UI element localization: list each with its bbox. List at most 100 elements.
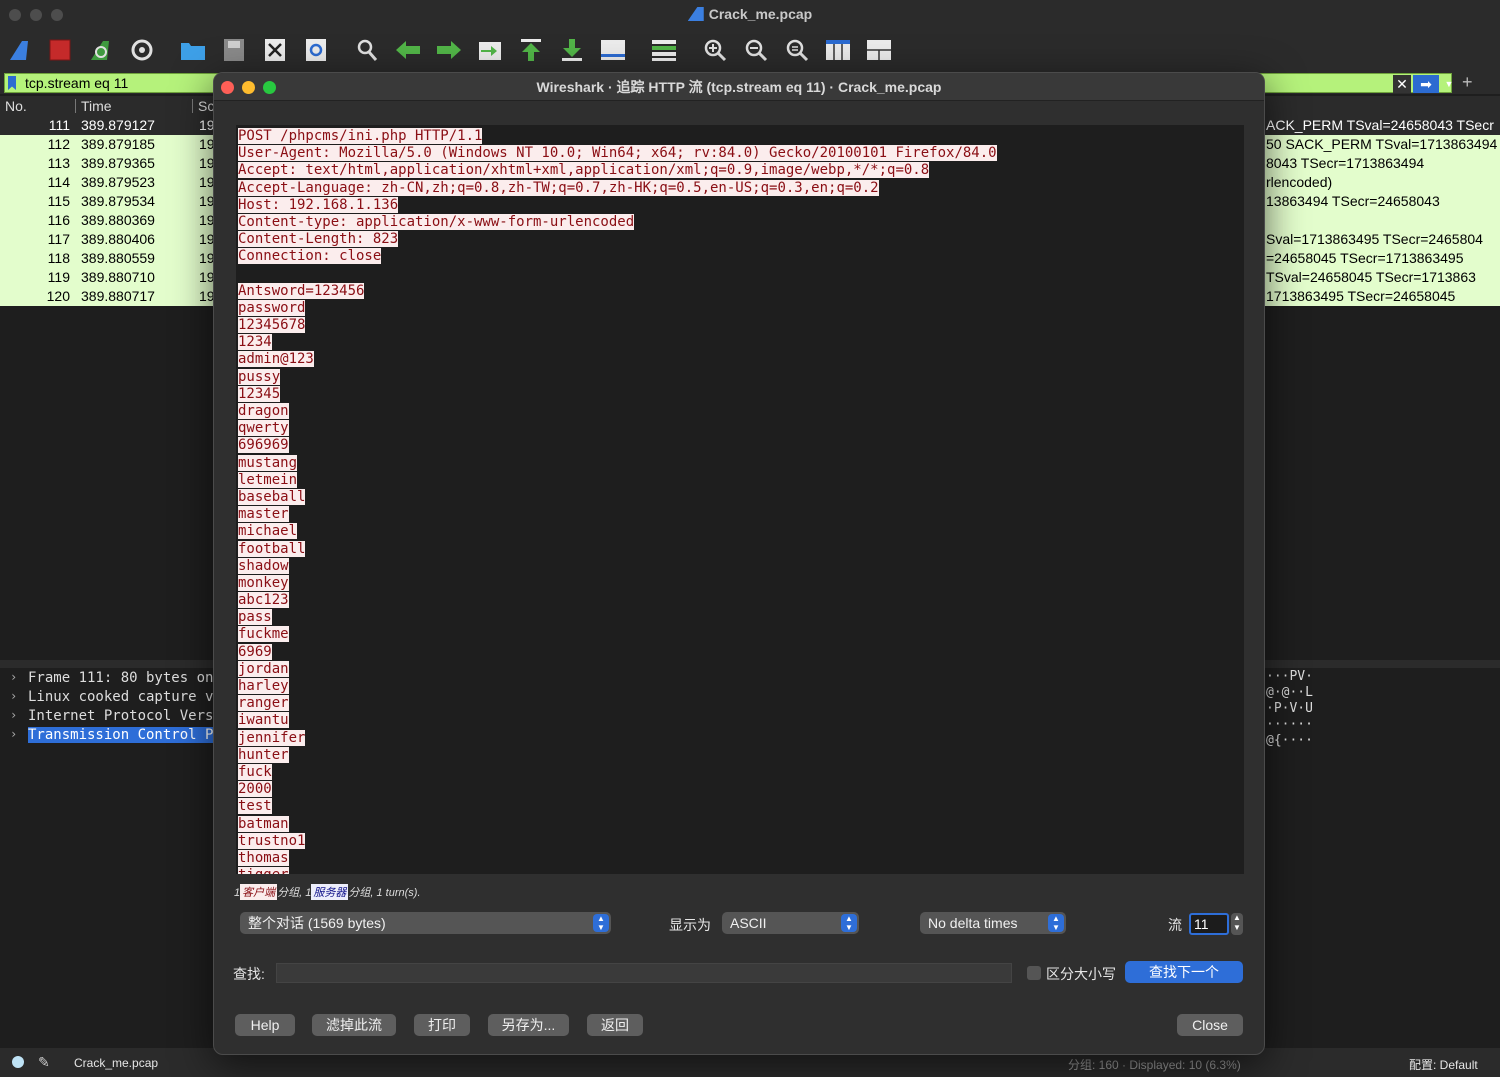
shark-fin-start-icon[interactable]: [6, 36, 34, 64]
stream-line: ranger: [238, 695, 289, 712]
stream-line: admin@123: [238, 351, 314, 368]
zoom-out-icon[interactable]: [742, 36, 770, 64]
find-input[interactable]: [276, 963, 1012, 983]
stream-line: jennifer: [238, 729, 306, 746]
stream-line: baseball: [238, 488, 306, 505]
chevron-right-icon: ›: [10, 727, 18, 741]
stream-line: test: [238, 798, 272, 815]
bytes-ascii-line: ·P·V·U: [1266, 701, 1313, 716]
stream-line: fuck: [238, 763, 272, 780]
save-file-icon[interactable]: [220, 36, 248, 64]
zoom-normal-icon[interactable]: [783, 36, 811, 64]
stream-number-input[interactable]: 11: [1189, 913, 1229, 935]
stream-content-view[interactable]: POST /phpcms/ini.php HTTP/1.1 User-Agent:…: [236, 125, 1244, 874]
go-forward-icon[interactable]: [435, 36, 463, 64]
stream-line: shadow: [238, 557, 289, 574]
stream-line: thomas: [238, 849, 289, 866]
stream-stepper-icon[interactable]: ▲ ▼: [1231, 913, 1243, 935]
filter-history-chevron-icon[interactable]: ▼: [1442, 75, 1456, 93]
stream-line: 12345678: [238, 317, 306, 334]
stream-line: football: [238, 540, 306, 557]
find-label: 查找:: [233, 966, 265, 982]
apply-filter-icon[interactable]: ➡: [1413, 75, 1439, 93]
display-filter-value: tcp.stream eq 11: [25, 75, 129, 91]
find-packet-icon[interactable]: [353, 36, 381, 64]
stream-line: dragon: [238, 403, 289, 419]
wireshark-fin-icon: [687, 7, 704, 21]
stop-capture-icon[interactable]: [46, 36, 74, 64]
column-header-source[interactable]: Sc: [198, 98, 214, 114]
stream-line: hunter: [238, 746, 289, 763]
delta-times-select[interactable]: No delta times ▲ ▼: [920, 912, 1066, 934]
stream-line: User-Agent: Mozilla/5.0 (Windows NT 10.0…: [238, 145, 997, 162]
follow-stream-dialog: Wireshark · 追踪 HTTP 流 (tcp.stream eq 11)…: [213, 72, 1265, 1055]
colorize-icon[interactable]: [650, 36, 678, 64]
stream-line: Connection: close: [238, 248, 382, 265]
bytes-ascii-line: @{····: [1266, 733, 1313, 748]
stream-line: abc123: [238, 592, 289, 609]
stream-line: Content-type: application/x-www-form-url…: [238, 213, 635, 230]
turn-summary: 1 客户端 分组, 1 服务器 分组, 1 turn(s).: [234, 884, 421, 900]
capture-comment-icon[interactable]: ✎: [38, 1054, 50, 1071]
stream-line: Content-Length: 823: [238, 231, 399, 248]
expert-info-icon[interactable]: [12, 1056, 24, 1068]
conversation-select[interactable]: 整个对话 (1569 bytes) ▲ ▼: [240, 912, 611, 934]
status-packet-counts: 分组: 160 · Displayed: 10 (6.3%): [1068, 1058, 1241, 1072]
stream-line: Accept-Language: zh-CN,zh;q=0.8,zh-TW;q=…: [238, 179, 879, 196]
show-as-label: 显示为: [669, 917, 711, 933]
stream-line: master: [238, 506, 289, 523]
go-last-icon[interactable]: [558, 36, 586, 64]
show-as-select[interactable]: ASCII ▲ ▼: [722, 912, 859, 934]
restart-capture-icon[interactable]: [87, 36, 115, 64]
stream-line: jordan: [238, 660, 289, 677]
reload-icon[interactable]: [302, 36, 330, 64]
print-button[interactable]: 打印: [414, 1014, 470, 1036]
dialog-titlebar: Wireshark · 追踪 HTTP 流 (tcp.stream eq 11)…: [214, 73, 1264, 101]
select-stepper-icon: ▲ ▼: [593, 914, 609, 932]
stream-line: trustno1: [238, 832, 306, 849]
status-profile[interactable]: 配置: Default: [1409, 1056, 1478, 1073]
back-button[interactable]: 返回: [587, 1014, 643, 1036]
expand-layout-icon[interactable]: [865, 36, 893, 64]
save-as-button[interactable]: 另存为...: [488, 1014, 569, 1036]
stream-line: 1234: [238, 334, 272, 351]
column-header-time[interactable]: Time: [81, 98, 112, 114]
close-button[interactable]: Close: [1177, 1014, 1243, 1036]
stream-line: pussy: [238, 368, 281, 385]
clear-filter-icon[interactable]: ✕: [1393, 75, 1411, 93]
capture-options-icon[interactable]: [128, 36, 156, 64]
go-back-icon[interactable]: [394, 36, 422, 64]
main-toolbar: [0, 28, 1500, 72]
help-button[interactable]: Help: [235, 1014, 295, 1036]
close-file-icon[interactable]: [261, 36, 289, 64]
go-first-icon[interactable]: [517, 36, 545, 64]
filter-out-stream-button[interactable]: 滤掉此流: [312, 1014, 396, 1036]
bookmark-icon[interactable]: [8, 76, 16, 90]
stream-line: iwantu: [238, 712, 289, 729]
column-header-no[interactable]: No.: [5, 98, 27, 114]
stream-line: fuckme: [238, 626, 289, 643]
zoom-in-icon[interactable]: [701, 36, 729, 64]
stream-line: 2000: [238, 781, 272, 798]
stream-line: pass: [238, 609, 272, 626]
detail-tree-item[interactable]: › Transmission Control P: [0, 726, 220, 745]
resize-columns-icon[interactable]: [824, 36, 852, 64]
open-file-icon[interactable]: [179, 36, 207, 64]
stream-line: 12345: [238, 385, 281, 402]
stream-line: [238, 266, 1244, 283]
detail-tree-item[interactable]: › Linux cooked capture v: [0, 688, 220, 707]
bytes-ascii-line: ······: [1266, 717, 1313, 732]
main-titlebar: Crack_me.pcap: [0, 0, 1500, 28]
stream-line: password: [238, 299, 306, 316]
stream-line: letmein: [238, 471, 298, 488]
detail-tree-item[interactable]: › Internet Protocol Vers: [0, 707, 220, 726]
detail-tree-item[interactable]: › Frame 111: 80 bytes on: [0, 669, 220, 688]
autoscroll-icon[interactable]: [599, 36, 627, 64]
stream-line: michael: [238, 523, 298, 540]
case-sensitive-checkbox[interactable]: [1027, 966, 1041, 980]
go-to-packet-icon[interactable]: [476, 36, 504, 64]
chevron-right-icon: ›: [10, 670, 18, 684]
find-next-button[interactable]: 查找下一个: [1125, 961, 1243, 983]
status-file-name: Crack_me.pcap: [74, 1056, 159, 1070]
add-filter-button-icon[interactable]: +: [1462, 72, 1473, 93]
